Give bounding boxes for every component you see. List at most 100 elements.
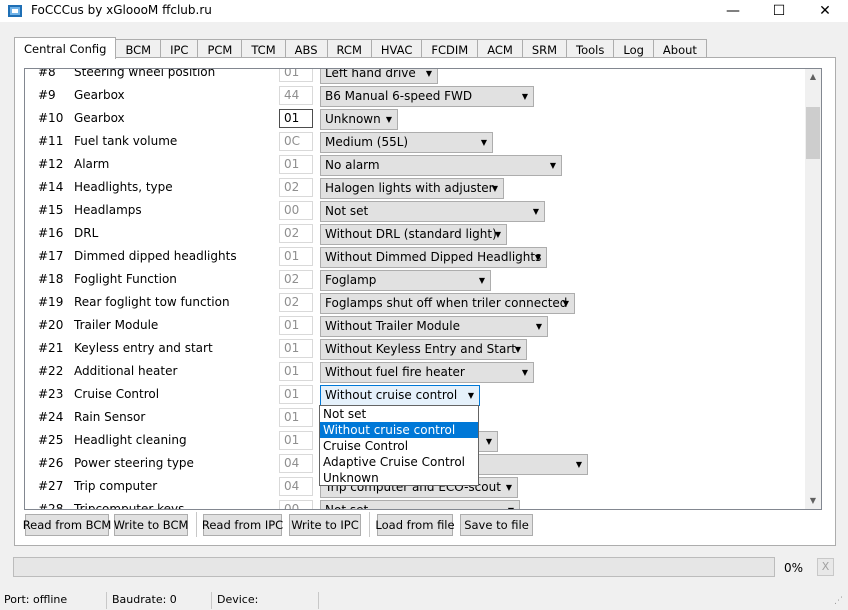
tab-rcm[interactable]: RCM (326, 39, 372, 59)
param-value-select[interactable]: Without Dimmed Dipped Headlights ▼ (320, 247, 547, 268)
param-hex-field[interactable]: 01 (279, 339, 313, 358)
param-value: No alarm (325, 158, 380, 172)
tab-tcm[interactable]: TCM (241, 39, 286, 59)
config-row: #11 Fuel tank volume 0C Medium (55L) ▼ (25, 131, 805, 154)
param-value-select[interactable]: Without Trailer Module ▼ (320, 316, 548, 337)
maximize-button[interactable]: ☐ (756, 0, 802, 22)
param-value: Without Dimmed Dipped Headlights (325, 250, 542, 264)
param-hex-field[interactable]: 01 (279, 155, 313, 174)
param-number: #14 (38, 180, 64, 194)
scroll-down-icon[interactable]: ▼ (805, 493, 821, 509)
param-hex-field[interactable]: 02 (279, 293, 313, 312)
param-value-select[interactable]: Foglamp ▼ (320, 270, 491, 291)
param-number: #20 (38, 318, 64, 332)
config-row: #19 Rear foglight tow function 02 Foglamps … (25, 292, 805, 315)
tab-fcdim[interactable]: FCDIM (421, 39, 479, 59)
param-value-select[interactable]: No alarm ▼ (320, 155, 562, 176)
read-from-bcm-button[interactable]: Read from BCM (23, 514, 111, 536)
param-number: #18 (38, 272, 64, 286)
param-value: Without DRL (standard light) (325, 227, 497, 241)
param-hex-field[interactable]: 04 (279, 477, 313, 496)
dropdown-option[interactable]: Cruise Control (320, 438, 478, 454)
param-hex-field[interactable]: 0C (279, 132, 313, 151)
tab-srm[interactable]: SRM (521, 39, 568, 59)
param-hex-field[interactable]: 01 (279, 109, 313, 128)
read-from-ipc-button[interactable]: Read from IPC (202, 514, 283, 536)
save-to-file-button[interactable]: Save to file (460, 514, 533, 536)
close-button[interactable]: ✕ (802, 0, 848, 22)
tab-central-config[interactable]: Central Config (14, 37, 117, 59)
scrollbar-thumb[interactable] (806, 107, 820, 159)
dropdown-option[interactable]: Adaptive Cruise Control (320, 454, 478, 470)
param-number: #16 (38, 226, 64, 240)
size-grip-icon[interactable]: ⋰ (834, 596, 843, 606)
param-value: Without fuel fire heater (325, 365, 465, 379)
tab-abs[interactable]: ABS (284, 39, 328, 59)
tab-ipc[interactable]: IPC (160, 39, 199, 59)
dropdown-option[interactable]: Not set (320, 406, 478, 422)
vertical-scrollbar[interactable]: ▲ ▼ (805, 69, 821, 509)
chevron-down-icon: ▼ (480, 138, 487, 147)
param-value-select[interactable]: B6 Manual 6-speed FWD ▼ (320, 86, 534, 107)
param-hex-field[interactable]: 00 (279, 201, 313, 220)
load-from-file-button[interactable]: Load from file (375, 514, 455, 536)
dropdown-option[interactable]: Without cruise control (320, 422, 478, 438)
write-to-ipc-button[interactable]: Write to IPC (289, 514, 361, 536)
param-hex-field[interactable]: 02 (279, 270, 313, 289)
write-to-bcm-button[interactable]: Write to BCM (114, 514, 188, 536)
param-hex-field[interactable]: 04 (279, 454, 313, 473)
tab-tools[interactable]: Tools (566, 39, 615, 59)
tab-log[interactable]: Log (613, 39, 654, 59)
param-number: #24 (38, 410, 64, 424)
chevron-down-icon: ▼ (485, 437, 492, 446)
chevron-down-icon: ▼ (549, 161, 556, 170)
param-value-select[interactable]: Without cruise control ▼ (320, 385, 480, 406)
param-name: Keyless entry and start (74, 341, 213, 355)
param-hex-field[interactable]: 01 (279, 385, 313, 404)
param-hex-field[interactable]: 01 (279, 316, 313, 335)
param-value-select[interactable]: Not set ▼ (320, 201, 545, 222)
cruise-control-dropdown-list[interactable]: Not set Without cruise control Cruise Cont… (319, 405, 479, 486)
tab-acm[interactable]: ACM (477, 39, 523, 59)
tab-about[interactable]: About (652, 39, 707, 59)
param-hex-field[interactable]: 01 (279, 69, 313, 82)
scroll-up-icon[interactable]: ▲ (805, 69, 821, 85)
param-number: #10 (38, 111, 64, 125)
param-value-select[interactable]: Without fuel fire heater ▼ (320, 362, 534, 383)
param-hex-field[interactable]: 44 (279, 86, 313, 105)
param-value: Left hand drive (325, 69, 416, 80)
param-value: Halogen lights with adjuster (325, 181, 494, 195)
minimize-button[interactable]: — (710, 0, 756, 22)
param-value-select[interactable]: Medium (55L) ▼ (320, 132, 493, 153)
progress-percent: 0% (784, 561, 804, 575)
button-separator (196, 512, 197, 537)
status-separator (318, 592, 319, 609)
baudrate-status: Baudrate: 0 (112, 593, 177, 606)
tab-hvac[interactable]: HVAC (370, 39, 423, 59)
status-bar: Port: offline Baudrate: 0 Device: (0, 590, 848, 610)
config-row: #23 Cruise Control 01 Without cruise contro… (25, 384, 805, 407)
param-hex-field[interactable]: 00 (279, 500, 313, 509)
param-value-select[interactable]: Halogen lights with adjuster ▼ (320, 178, 504, 199)
param-value-select[interactable]: Left hand drive ▼ (320, 69, 438, 84)
param-hex-field[interactable]: 02 (279, 224, 313, 243)
param-hex-field[interactable]: 01 (279, 362, 313, 381)
tab-pcm[interactable]: PCM (197, 39, 243, 59)
param-hex-field[interactable]: 01 (279, 431, 313, 450)
param-value-select[interactable]: Without DRL (standard light) ▼ (320, 224, 507, 245)
param-number: #28 (38, 502, 64, 509)
param-value-select[interactable]: Foglamps shut off when triler connected ▼ (320, 293, 575, 314)
dropdown-option[interactable]: Unknown (320, 470, 478, 486)
chevron-down-icon: ▼ (521, 92, 528, 101)
app-icon (8, 5, 22, 17)
param-value-select[interactable]: Without Keyless Entry and Start ▼ (320, 339, 527, 360)
progress-bar (13, 557, 775, 577)
param-name: Headlight cleaning (74, 433, 187, 447)
param-hex-field[interactable]: 01 (279, 408, 313, 427)
cancel-button[interactable]: X (817, 558, 834, 576)
param-hex-field[interactable]: 01 (279, 247, 313, 266)
param-value-select[interactable]: Not set ▼ (320, 500, 520, 509)
tab-bcm[interactable]: BCM (115, 39, 162, 59)
param-value-select[interactable]: Unknown ▼ (320, 109, 398, 130)
param-hex-field[interactable]: 02 (279, 178, 313, 197)
